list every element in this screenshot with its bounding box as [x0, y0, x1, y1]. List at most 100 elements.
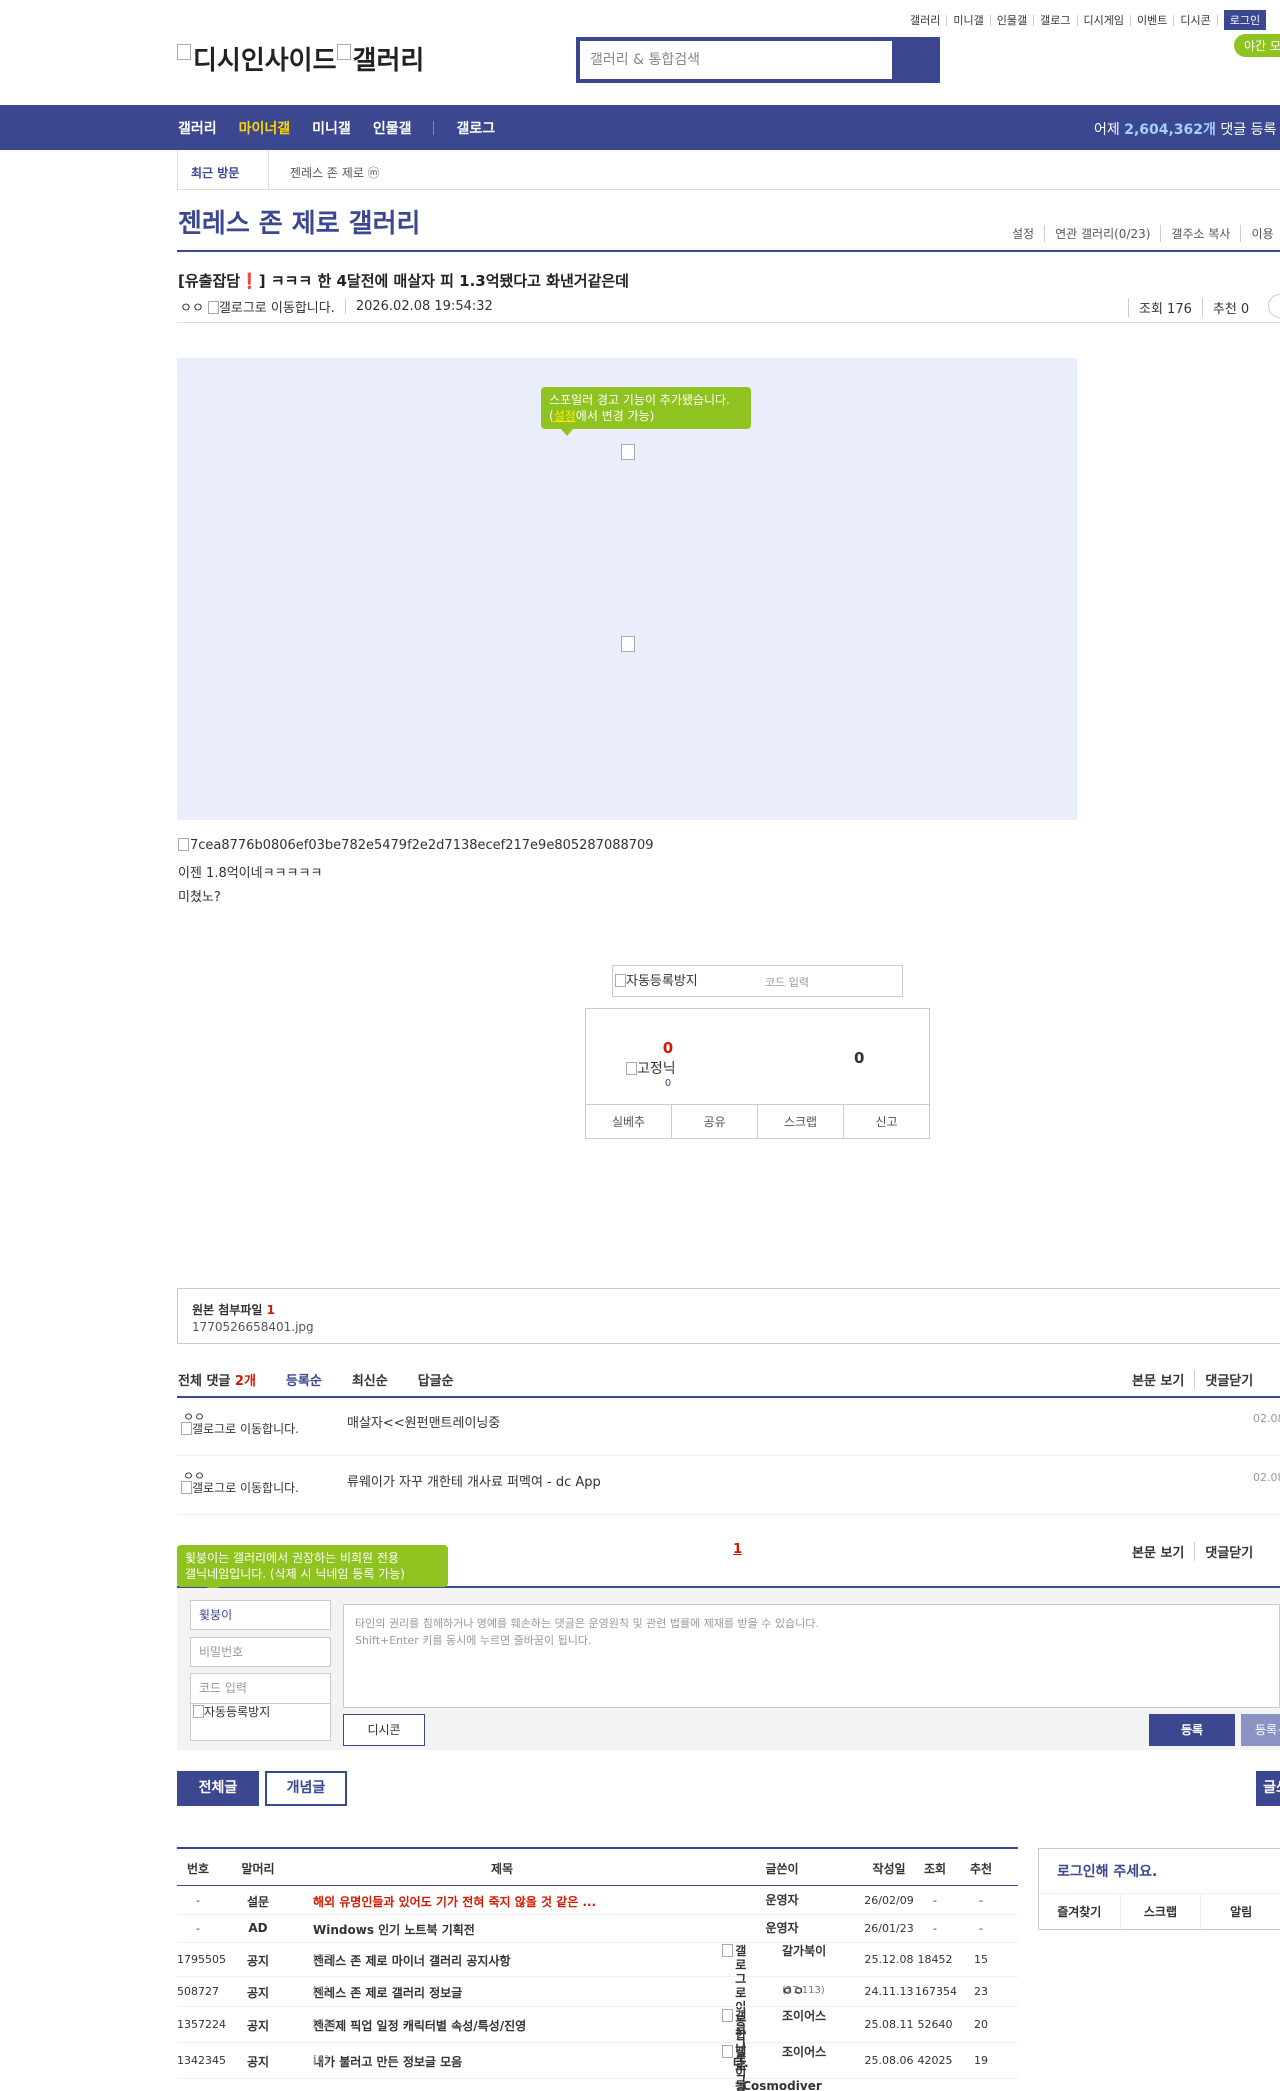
stat-suffix: 댓글 등록	[1220, 122, 1277, 138]
scrap-list-button[interactable]: 스크랩	[1119, 1894, 1201, 1929]
row-views: 167354	[915, 1985, 957, 1998]
copy-gallery-url[interactable]: 갤주소 복사	[1160, 225, 1240, 242]
topnav-gallog[interactable]: 갤로그	[1034, 14, 1078, 26]
gnb-gallog[interactable]: 갤로그	[456, 118, 495, 138]
col-title: 제목	[490, 1862, 514, 1876]
best-vote-button[interactable]: 실베추	[586, 1105, 671, 1139]
report-button[interactable]: 신고	[843, 1105, 929, 1139]
sort-replies[interactable]: 답글순	[418, 1370, 454, 1389]
row-views: -	[933, 1922, 937, 1935]
topnav-gallery[interactable]: 갤러리	[904, 14, 948, 26]
submit-recommend-button[interactable]: 등록+	[1241, 1714, 1280, 1746]
share-button[interactable]: 공유	[671, 1105, 757, 1139]
image-alt-text: 7cea8776b0806ef03be782e5479f2e2d7138ecef…	[190, 838, 654, 853]
search-button[interactable]	[892, 41, 936, 79]
row-date: 25.12.08	[864, 1953, 914, 1966]
upvote-count[interactable]: 0	[654, 1039, 682, 1057]
logo-gallery-text: 갤러리	[352, 46, 425, 76]
row-gallog: 갤로그로 이동합니다.	[722, 2009, 746, 2091]
comment-page-1[interactable]: 1	[733, 1542, 742, 1557]
captcha-input[interactable]: 코드 입력	[765, 974, 809, 990]
gnb-gallery[interactable]: 갤러리	[178, 118, 217, 138]
broken-image-icon	[615, 974, 626, 987]
gallog-link[interactable]: 갤로그로 이동합니다.	[207, 297, 335, 316]
topnav-dccon[interactable]: 디시콘	[1174, 14, 1218, 26]
favorites-button[interactable]: 즐겨찾기	[1039, 1894, 1120, 1929]
comment-total-label: 전체 댓글	[178, 1374, 231, 1389]
table-row[interactable]: 508727 공지 젠레스 존 제로 갤러리 정보글 [4] ㅇㅇ (27.11…	[177, 1977, 1018, 2007]
row-rec: 23	[974, 1985, 988, 1998]
gallery-setting[interactable]: 설정	[1002, 225, 1044, 242]
row-writer[interactable]: 운영자	[722, 1893, 842, 1907]
gallery-usage[interactable]: 이용	[1240, 225, 1280, 242]
broken-image-icon	[177, 44, 191, 60]
row-writer-ip: (27.113)	[782, 1985, 825, 1996]
table-row[interactable]: 1795505 공지 젠레스 존 제로 마이너 갤러리 공지사항 [27] 갈가…	[177, 1943, 1018, 2070]
broken-image-icon[interactable]	[621, 636, 635, 652]
post-image-caption[interactable]: 7cea8776b0806ef03be782e5479f2e2d7138ecef…	[178, 838, 654, 853]
comment-gallog[interactable]: 갤로그로 이동합니다.	[181, 1422, 311, 1436]
captcha-code-input[interactable]: 코드 입력	[190, 1673, 331, 1703]
related-gallery[interactable]: 연관 갤러리(0/23)	[1044, 225, 1160, 242]
topnav-mini[interactable]: 미니갤	[947, 14, 991, 26]
table-row[interactable]: - AD Windows 인기 노트북 기획전 운영자 26/01/23 - -	[177, 1915, 1018, 1943]
fixed-nick-vote[interactable]: 고정닉	[626, 1058, 676, 1078]
row-date: 25.08.11	[864, 2018, 914, 2031]
login-button[interactable]: 로그인	[1223, 10, 1267, 30]
notification-button[interactable]: 알림	[1200, 1894, 1280, 1929]
submit-comment-button[interactable]: 등록	[1149, 1714, 1235, 1746]
table-row[interactable]: 1357224 공지 젠존제 픽업 일정 캐릭터별 속성/특성/진영 [21] …	[177, 2007, 1018, 2091]
comment-gallog[interactable]: 갤로그로 이동합니다.	[181, 1481, 311, 1495]
broken-image-icon	[722, 1944, 733, 1957]
recent-visit-item[interactable]: 젠레스 존 제로 ⓜ	[290, 164, 380, 181]
tab-all-posts[interactable]: 전체글	[177, 1771, 259, 1806]
recent-visit-label[interactable]: 최근 방문	[191, 164, 239, 181]
dccon-button[interactable]: 디시콘	[343, 1714, 425, 1746]
table-row[interactable]: - 설문 해외 유명인들과 있어도 기가 전혀 죽지 않을 것 같은 ... 운…	[177, 1887, 1018, 1915]
row-head: 공지	[246, 1954, 270, 1968]
view-post-button[interactable]: 본문 보기	[1122, 1370, 1194, 1389]
broken-image-icon[interactable]	[621, 444, 635, 460]
comment-header-actions: 본문 보기 댓글닫기	[1122, 1370, 1263, 1389]
row-title[interactable]: 해외 유명인들과 있어도 기가 전혀 죽지 않을 것 같은 ...	[313, 1893, 596, 1910]
gnb-minor[interactable]: 마이너갤	[239, 118, 291, 138]
sort-latest[interactable]: 최신순	[352, 1370, 388, 1389]
close-comments-button[interactable]: 댓글닫기	[1194, 1542, 1263, 1561]
post-recommend: 추천 0	[1201, 298, 1259, 317]
broken-image-icon	[722, 2009, 733, 2022]
topnav-event[interactable]: 이벤트	[1131, 14, 1175, 26]
sort-registered[interactable]: 등록순	[286, 1370, 322, 1389]
row-writer[interactable]: Cosmodiver	[722, 2079, 842, 2091]
broken-image-icon	[626, 1062, 637, 1075]
night-mode-toggle[interactable]: 야간 모드	[1234, 34, 1280, 57]
login-prompt[interactable]: 로그인해 주세요.	[1057, 1861, 1157, 1881]
tab-concept-posts[interactable]: 개념글	[265, 1771, 347, 1806]
site-logo[interactable]: 디시인사이드 갤러리	[177, 40, 424, 77]
gallery-title[interactable]: 젠레스 존 제로 갤러리	[178, 203, 420, 240]
table-row[interactable]: Cosmodiver	[177, 2079, 1018, 2091]
downvote-count[interactable]: 0	[854, 1049, 864, 1067]
spoiler-setting-link[interactable]: 설정	[554, 409, 576, 423]
search-input[interactable]: 갤러리 & 통합검색	[580, 41, 892, 79]
comment-textarea[interactable]: 타인의 권리를 침해하거나 명예를 훼손하는 댓글은 운영원칙 및 관련 법률에…	[343, 1604, 1280, 1708]
password-input[interactable]: 비밀번호	[190, 1637, 331, 1667]
textarea-notice-2: Shift+Enter 키를 동시에 누르면 줄바꿈이 됩니다.	[355, 1634, 592, 1647]
nickname-input[interactable]: 휯붕이	[190, 1600, 331, 1630]
gnb-mini[interactable]: 미니갤	[312, 118, 351, 138]
gnb-person[interactable]: 인물갤	[373, 118, 412, 138]
scrap-button[interactable]: 스크랩	[757, 1105, 843, 1139]
row-views: 52640	[917, 2018, 953, 2031]
close-comments-button[interactable]: 댓글닫기	[1194, 1370, 1263, 1389]
row-writer[interactable]: 운영자	[722, 1921, 842, 1935]
topnav-game[interactable]: 디시게임	[1078, 14, 1131, 26]
row-views: -	[933, 1894, 937, 1907]
more-button[interactable]	[1268, 294, 1280, 318]
write-button[interactable]: 글쓰기	[1256, 1771, 1280, 1827]
spoiler-tooltip: 스포일러 경고 기능이 추가됐습니다. (설정에서 변경 가능)	[541, 387, 751, 436]
row-title[interactable]: Windows 인기 노트북 기획전	[313, 1921, 475, 1938]
table-row[interactable]: 1342345 공지 내가 불러고 만든 정보글 모음 [6] 조이어스 갤로그로…	[177, 2043, 1018, 2091]
view-post-button[interactable]: 본문 보기	[1122, 1542, 1194, 1561]
post-writer[interactable]: ㅇㅇ	[180, 297, 204, 316]
topnav-person[interactable]: 인물갤	[991, 14, 1035, 26]
attachment-file[interactable]: 1770526658401.jpg	[192, 1320, 314, 1334]
